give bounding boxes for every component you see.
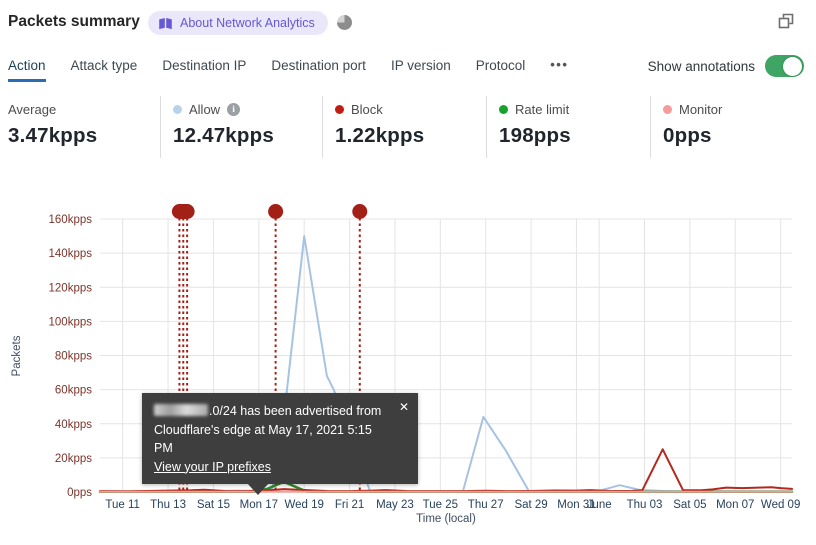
y-tick-label: 80kpps bbox=[55, 351, 92, 363]
info-icon[interactable]: i bbox=[227, 103, 241, 116]
x-tick-label: Mon 17 bbox=[240, 499, 278, 511]
page-title: Packets summary bbox=[8, 13, 140, 30]
annotation-marker bbox=[352, 204, 368, 219]
x-tick-label: Sat 15 bbox=[197, 499, 230, 511]
tooltip-line1: .0/24 has been advertised from bbox=[154, 402, 392, 421]
x-tick-label: Sat 29 bbox=[514, 499, 547, 511]
chart-canvas: 0pps 20kpps 40kpps 60kpps 80kpps 100kpps 120kp… bbox=[11, 204, 800, 525]
x-axis-title: Time (local) bbox=[416, 513, 476, 525]
x-tick-label: Sat 05 bbox=[673, 499, 706, 511]
packets-chart: 0pps 20kpps 40kpps 60kpps 80kpps 100kpps 120kp… bbox=[0, 190, 816, 545]
pie-progress-icon[interactable] bbox=[337, 15, 352, 30]
tabs: Action Attack type Destination IP Destin… bbox=[8, 49, 568, 84]
stat-allow[interactable]: Allow i 12.47kpps bbox=[160, 96, 322, 158]
x-tick-label: Thu 13 bbox=[150, 499, 186, 511]
tooltip-close-icon[interactable]: ✕ bbox=[399, 398, 409, 417]
show-annotations-toggle[interactable] bbox=[765, 55, 804, 77]
monitor-dot-icon bbox=[663, 105, 672, 114]
x-tick-label: Wed 09 bbox=[761, 499, 800, 511]
tab-attack-type[interactable]: Attack type bbox=[71, 50, 138, 82]
x-tick-label: June bbox=[587, 499, 612, 511]
network-analytics-panel: Packets summary About Network Analytics … bbox=[0, 0, 816, 545]
x-tick-label: May 23 bbox=[376, 499, 414, 511]
stat-value: 3.47kpps bbox=[8, 124, 98, 147]
tooltip-line1-text: .0/24 has been advertised from bbox=[209, 404, 382, 418]
stat-value: 0pps bbox=[663, 124, 712, 147]
stat-label: Allow bbox=[189, 102, 221, 117]
stat-value: 198pps bbox=[499, 124, 571, 147]
tab-destination-ip[interactable]: Destination IP bbox=[162, 50, 246, 82]
book-icon bbox=[159, 17, 172, 29]
annotations-control: Show annotations bbox=[648, 55, 804, 77]
tab-destination-port[interactable]: Destination port bbox=[271, 50, 366, 82]
stats-row: Average 3.47kpps Allow i 12.47kpps Block… bbox=[8, 96, 816, 158]
stat-label: Average bbox=[8, 102, 57, 117]
stat-value: 12.47kpps bbox=[173, 124, 274, 147]
y-tick-label: 140kpps bbox=[49, 248, 93, 260]
tooltip-caret bbox=[247, 483, 269, 495]
stat-label: Monitor bbox=[679, 102, 723, 117]
stat-label: Block bbox=[351, 102, 383, 117]
y-axis-title: Packets bbox=[11, 335, 23, 376]
tab-bar: Action Attack type Destination IP Destin… bbox=[8, 48, 804, 84]
stat-monitor[interactable]: Monitor 0pps bbox=[650, 96, 808, 158]
y-tick-label: 0pps bbox=[67, 487, 92, 499]
y-tick-label: 60kpps bbox=[55, 385, 92, 397]
y-tick-label: 40kpps bbox=[55, 419, 92, 431]
stat-label: Rate limit bbox=[515, 102, 570, 117]
toggle-knob bbox=[783, 56, 802, 76]
x-tick-label: Wed 19 bbox=[284, 499, 323, 511]
x-tick-label: Thu 27 bbox=[468, 499, 504, 511]
x-tick-label: Tue 11 bbox=[105, 499, 140, 511]
redacted-ip-prefix bbox=[154, 404, 208, 416]
tab-ip-version[interactable]: IP version bbox=[391, 50, 451, 82]
y-tick-label: 100kpps bbox=[49, 316, 93, 328]
annotation-marker bbox=[171, 204, 195, 219]
x-tick-label: Thu 03 bbox=[627, 499, 663, 511]
about-network-analytics-badge[interactable]: About Network Analytics bbox=[148, 11, 328, 35]
tabs-more-button[interactable]: ••• bbox=[550, 49, 568, 84]
show-annotations-label: Show annotations bbox=[647, 58, 755, 74]
stat-value: 1.22kpps bbox=[335, 124, 425, 147]
allow-dot-icon bbox=[173, 105, 182, 114]
x-tick-label: Tue 25 bbox=[423, 499, 458, 511]
tab-protocol[interactable]: Protocol bbox=[476, 50, 526, 82]
header: Packets summary About Network Analytics bbox=[0, 0, 816, 48]
y-tick-label: 20kpps bbox=[55, 453, 92, 465]
stat-rate-limit[interactable]: Rate limit 198pps bbox=[486, 96, 650, 158]
x-tick-label: Fri 21 bbox=[335, 499, 364, 511]
y-tick-label: 160kpps bbox=[49, 214, 93, 226]
view-ip-prefixes-link[interactable]: View your IP prefixes bbox=[154, 460, 271, 474]
badge-label: About Network Analytics bbox=[180, 16, 315, 30]
stat-block[interactable]: Block 1.22kpps bbox=[322, 96, 486, 158]
block-dot-icon bbox=[335, 105, 344, 114]
y-tick-label: 120kpps bbox=[49, 282, 93, 294]
x-tick-label: Mon 07 bbox=[716, 499, 754, 511]
rate-limit-dot-icon bbox=[499, 105, 508, 114]
annotation-tooltip: ✕ .0/24 has been advertised from Cloudfl… bbox=[142, 393, 418, 495]
tooltip-line2: Cloudflare's edge at May 17, 2021 5:15 P… bbox=[154, 422, 372, 456]
tab-action[interactable]: Action bbox=[8, 50, 46, 82]
annotation-marker bbox=[268, 204, 284, 219]
stat-average: Average 3.47kpps bbox=[8, 96, 160, 158]
restore-window-icon[interactable] bbox=[776, 11, 796, 31]
